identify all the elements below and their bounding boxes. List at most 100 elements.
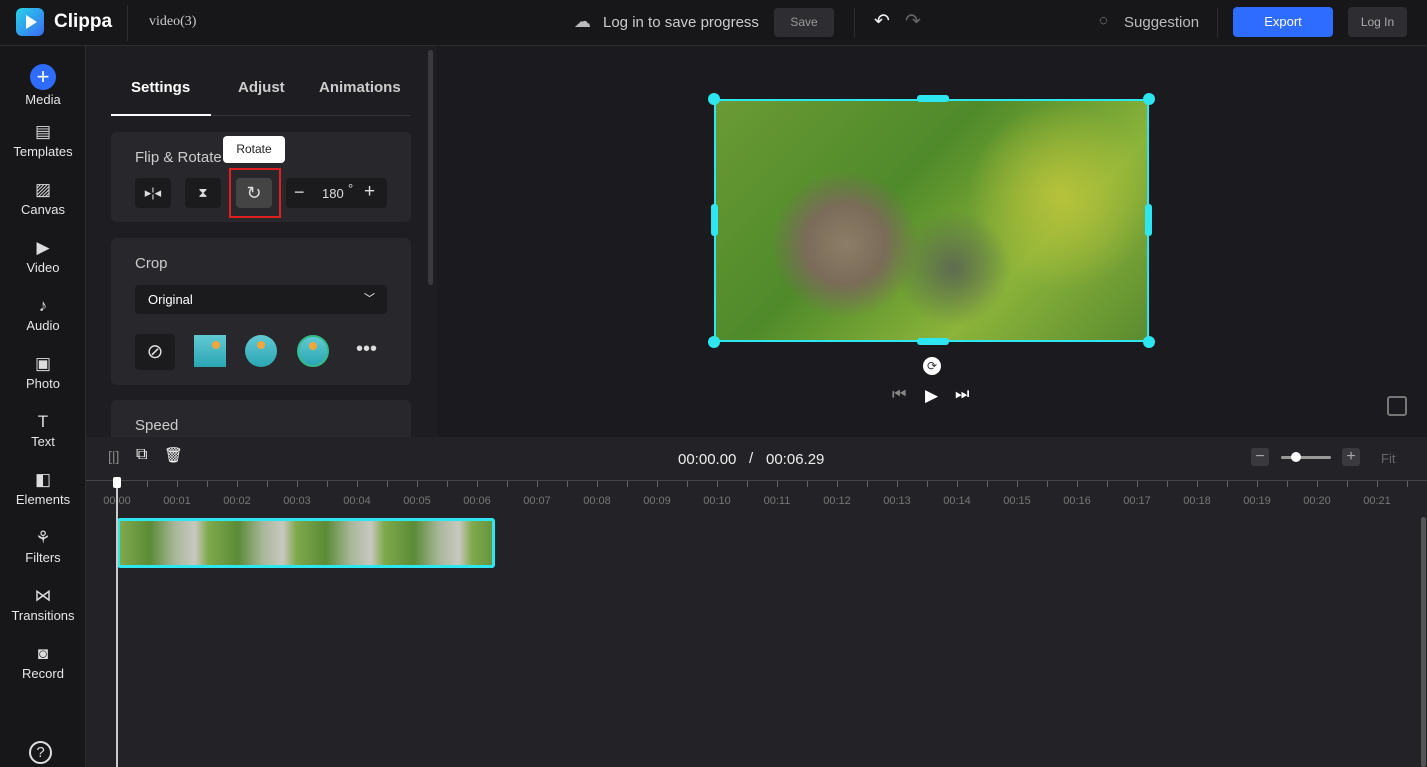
sidebar-item-audio[interactable]: ♪ Audio [0, 296, 86, 333]
sidebar-item-label: Text [31, 434, 55, 449]
playhead-knob[interactable] [113, 477, 121, 488]
timeline: [|] ⧉ 🗑 00:00.00 / 00:06.29 − + Fit 00:0… [86, 437, 1427, 767]
flip-vertical-button[interactable]: ⧗ [185, 178, 221, 208]
rotate-tooltip: Rotate [223, 136, 285, 163]
plus-icon[interactable]: + [364, 181, 375, 203]
skip-back-icon[interactable]: ⏮ [892, 386, 906, 404]
sidebar-item-transitions[interactable]: ⋈ Transitions [0, 586, 86, 623]
video-frame[interactable] [714, 99, 1149, 342]
sidebar-item-record[interactable]: ◙ Record [0, 644, 86, 681]
timeline-ruler[interactable]: 00:0000:0100:0200:0300:0400:0500:0600:07… [86, 480, 1427, 514]
minus-icon[interactable]: − [294, 182, 305, 203]
save-button[interactable]: Save [774, 8, 834, 37]
ruler-label: 00:20 [1303, 495, 1331, 507]
zoom-slider-knob[interactable] [1291, 452, 1301, 462]
sidebar-item-label: Elements [15, 492, 71, 507]
project-name[interactable]: video(3) [149, 14, 196, 30]
crop-selected: Original [148, 292, 193, 307]
login-button[interactable]: Log In [1348, 7, 1407, 37]
ruler-label: 00:15 [1003, 495, 1031, 507]
crop-title: Crop [135, 255, 168, 272]
no-crop-button[interactable]: ⊘ [135, 334, 175, 370]
sidebar-item-label: Record [22, 666, 64, 681]
zoom-out-button[interactable]: − [1251, 448, 1269, 466]
resize-handle-bl[interactable] [708, 336, 720, 348]
timeline-scrollbar[interactable] [1421, 517, 1426, 767]
suggestion-button[interactable]: Suggestion [1124, 14, 1199, 31]
ruler-tick [147, 481, 148, 487]
angle-stepper[interactable]: − 180 ° + [286, 178, 387, 208]
sidebar-item-video[interactable]: ▶ Video [0, 238, 86, 275]
sidebar-item-label: Video [26, 260, 60, 275]
zoom-slider[interactable] [1281, 456, 1331, 459]
ruler-tick [357, 481, 358, 487]
ruler-tick [1377, 481, 1378, 487]
video-clip[interactable] [117, 518, 495, 568]
play-icon[interactable]: ▶ [925, 386, 938, 406]
tab-adjust[interactable]: Adjust [238, 79, 285, 96]
resize-handle-br[interactable] [1143, 336, 1155, 348]
ruler-tick [837, 481, 838, 487]
preview-area: ⟳ ⏮ ▶ ⏭ [437, 46, 1427, 437]
crop-rect-icon[interactable] [194, 335, 226, 367]
ruler-tick [1347, 481, 1348, 487]
crop-ratio-select[interactable]: Original ﹀ [135, 285, 387, 314]
transitions-icon: ⋈ [34, 586, 52, 605]
panel-scrollbar[interactable] [428, 50, 433, 285]
duplicate-icon[interactable]: ⧉ [136, 446, 147, 464]
login-prompt[interactable]: Log in to save progress [603, 14, 759, 31]
sidebar-item-text[interactable]: T Text [0, 412, 86, 449]
canvas-icon: ▨ [34, 180, 52, 199]
ruler-label: 00:18 [1183, 495, 1211, 507]
ruler-tick [1107, 481, 1108, 487]
resize-handle-tl[interactable] [708, 93, 720, 105]
crop-circle-alt-icon[interactable] [297, 335, 329, 367]
ruler-tick [1017, 481, 1018, 487]
ruler-label: 00:04 [343, 495, 371, 507]
more-icon[interactable]: ••• [356, 338, 377, 361]
sidebar-item-elements[interactable]: ◧ Elements [0, 470, 86, 507]
resize-handle-bottom[interactable] [917, 338, 949, 345]
templates-icon: ▤ [34, 122, 52, 141]
help-icon[interactable]: ? [29, 741, 52, 764]
ruler-tick [177, 481, 178, 487]
degree-symbol: ° [348, 181, 354, 196]
resize-handle-left[interactable] [711, 204, 718, 236]
ruler-label: 00:03 [283, 495, 311, 507]
split-icon[interactable]: [|] [108, 448, 119, 464]
sidebar-item-filters[interactable]: ⚘ Filters [0, 528, 86, 565]
rotate-highlight-box [229, 168, 281, 218]
rotate-handle-icon[interactable]: ⟳ [923, 357, 941, 375]
tab-settings[interactable]: Settings [131, 79, 190, 96]
redo-icon[interactable]: ↷ [905, 10, 921, 33]
sidebar-item-label: Photo [26, 376, 60, 391]
resize-handle-tr[interactable] [1143, 93, 1155, 105]
trash-icon[interactable]: 🗑 [164, 446, 183, 464]
resize-handle-top[interactable] [917, 95, 949, 102]
ruler-tick [207, 481, 208, 487]
current-time: 00:00.00 [678, 451, 737, 468]
ruler-tick [567, 481, 568, 487]
fullscreen-icon[interactable] [1387, 396, 1407, 416]
crop-circle-icon[interactable] [245, 335, 277, 367]
flip-horizontal-button[interactable]: ▸¦◂ [135, 178, 171, 208]
ruler-tick [1197, 481, 1198, 487]
playhead[interactable] [116, 480, 118, 767]
fit-button[interactable]: Fit [1381, 451, 1395, 466]
skip-forward-icon[interactable]: ⏭ [955, 386, 969, 404]
angle-value[interactable]: 180 [322, 186, 344, 201]
tab-animations[interactable]: Animations [319, 79, 401, 96]
ruler-tick [867, 481, 868, 487]
sidebar-item-templates[interactable]: ▤ Templates [0, 122, 86, 159]
sidebar-item-media[interactable]: + Media [0, 64, 86, 107]
resize-handle-right[interactable] [1145, 204, 1152, 236]
sidebar-item-canvas[interactable]: ▨ Canvas [0, 180, 86, 217]
ruler-tick [297, 481, 298, 487]
ruler-tick [387, 481, 388, 487]
ruler-tick [1167, 481, 1168, 487]
zoom-in-button[interactable]: + [1342, 448, 1360, 466]
export-button[interactable]: Export [1233, 7, 1333, 37]
undo-icon[interactable]: ↶ [874, 10, 890, 33]
ruler-label: 00:07 [523, 495, 551, 507]
sidebar-item-photo[interactable]: ▣ Photo [0, 354, 86, 391]
